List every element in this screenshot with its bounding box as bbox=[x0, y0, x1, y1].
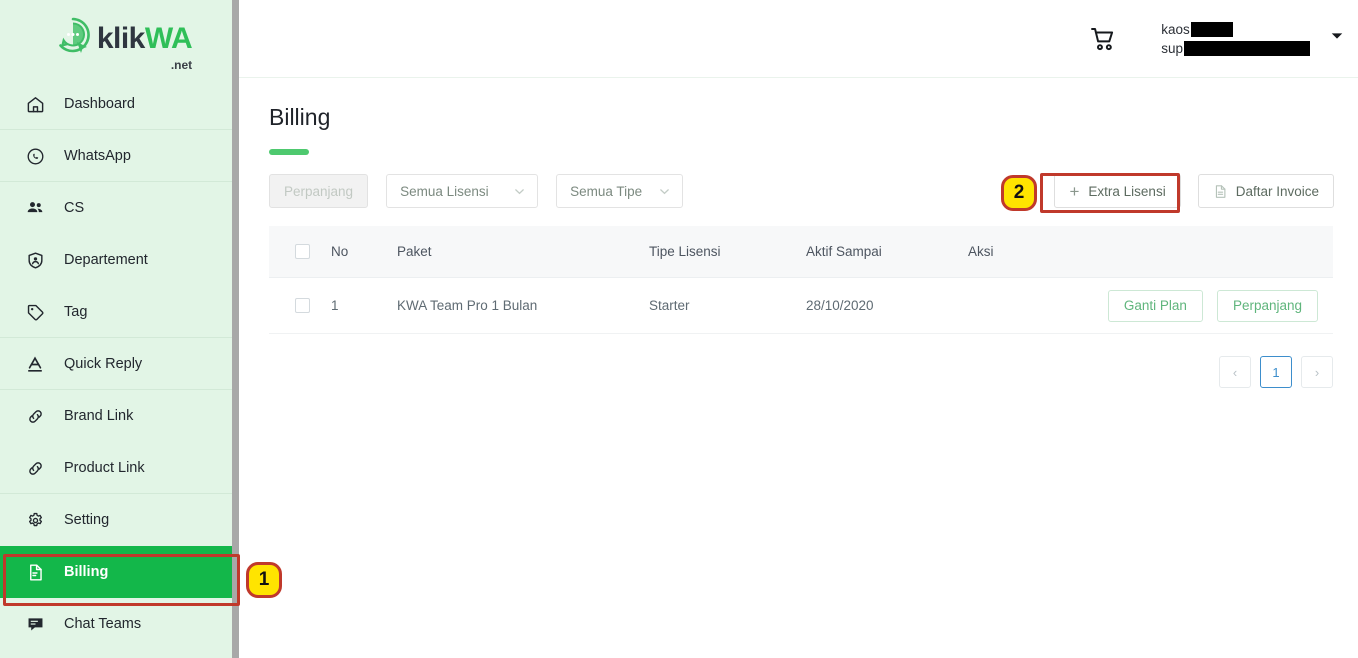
pagination-next[interactable]: › bbox=[1301, 356, 1333, 388]
invoice-list-label: Daftar Invoice bbox=[1235, 183, 1319, 199]
brand-suffix: .net bbox=[170, 58, 193, 72]
sidebar-item-departement[interactable]: Departement bbox=[0, 234, 239, 286]
select-all-checkbox[interactable] bbox=[294, 244, 310, 259]
pagination-prev[interactable]: ‹ bbox=[1219, 356, 1251, 388]
link-icon bbox=[24, 405, 46, 427]
renew-button[interactable]: Perpanjang bbox=[269, 174, 369, 208]
brand-name-green: WA bbox=[144, 22, 193, 55]
sidebar-nav: Dashboard WhatsApp CS Departement Tag Qu… bbox=[0, 72, 239, 650]
type-filter-value: Semua Tipe bbox=[570, 183, 643, 199]
shield-user-icon bbox=[24, 249, 46, 271]
column-header-aksi: Aksi bbox=[968, 244, 994, 259]
sidebar-item-setting[interactable]: Setting bbox=[0, 494, 239, 546]
cell-aktif-sampai: 28/10/2020 bbox=[806, 298, 874, 313]
sidebar-item-chat-teams[interactable]: Chat Teams bbox=[0, 598, 239, 650]
cell-tipe-lisensi: Starter bbox=[649, 298, 690, 313]
user-menu[interactable]: kaos sup bbox=[1161, 21, 1344, 56]
annotation-badge-1: 1 bbox=[246, 562, 282, 598]
shopping-cart-icon[interactable] bbox=[1083, 19, 1123, 59]
sidebar-item-dashboard[interactable]: Dashboard bbox=[0, 78, 239, 130]
sidebar-item-label: Setting bbox=[64, 512, 110, 528]
sidebar-item-cs[interactable]: CS bbox=[0, 182, 239, 234]
sidebar-item-product-link[interactable]: Product Link bbox=[0, 442, 239, 494]
letter-a-icon bbox=[24, 353, 46, 375]
sidebar-scrollbar-thumb[interactable] bbox=[232, 0, 239, 658]
users-icon bbox=[24, 197, 46, 219]
column-header-aktif-sampai: Aktif Sampai bbox=[806, 244, 882, 259]
redaction-bar bbox=[1184, 40, 1310, 56]
chevron-down-icon bbox=[658, 185, 671, 198]
sidebar-item-label: Product Link bbox=[64, 460, 145, 476]
pagination-page-1[interactable]: 1 bbox=[1260, 356, 1292, 388]
row-checkbox[interactable] bbox=[294, 298, 310, 313]
row-renew-button[interactable]: Perpanjang bbox=[1216, 289, 1318, 322]
sidebar: klikWA .net Dashboard WhatsApp CS Depart… bbox=[0, 0, 239, 658]
extra-license-button[interactable]: + Extra Lisensi bbox=[1054, 174, 1181, 208]
sidebar-item-billing[interactable]: Billing bbox=[0, 546, 239, 598]
billing-table: No Paket Tipe Lisensi Aktif Sampai Aksi … bbox=[269, 226, 1333, 334]
cell-no: 1 bbox=[331, 298, 339, 313]
change-plan-button[interactable]: Ganti Plan bbox=[1107, 289, 1203, 322]
brand-logo[interactable]: klikWA .net bbox=[0, 0, 239, 72]
brand-name-dark: klik bbox=[96, 22, 146, 55]
sidebar-item-label: WhatsApp bbox=[64, 148, 131, 164]
column-header-paket: Paket bbox=[397, 244, 432, 259]
user-email-line: sup bbox=[1161, 40, 1310, 56]
sidebar-item-label: CS bbox=[64, 200, 85, 216]
chevron-down-icon bbox=[513, 185, 526, 198]
chevron-down-icon[interactable] bbox=[1330, 29, 1344, 48]
sidebar-item-label: Billing bbox=[64, 564, 109, 580]
user-name-line: kaos bbox=[1161, 21, 1310, 37]
cell-paket: KWA Team Pro 1 Bulan bbox=[397, 298, 538, 313]
title-accent-bar bbox=[269, 149, 309, 155]
pagination: ‹ 1 › bbox=[269, 356, 1333, 388]
sidebar-item-label: Quick Reply bbox=[64, 356, 143, 372]
toolbar: Perpanjang Semua Lisensi Semua Tipe + Ex… bbox=[269, 174, 1334, 208]
page-content: Billing Perpanjang Semua Lisensi Semua T… bbox=[239, 78, 1358, 388]
sidebar-item-label: Brand Link bbox=[64, 408, 134, 424]
toolbar-right-actions: + Extra Lisensi Daftar Invoice bbox=[1054, 174, 1334, 208]
tag-icon bbox=[24, 301, 46, 323]
license-filter-select[interactable]: Semua Lisensi bbox=[386, 174, 539, 208]
extra-license-label: Extra Lisensi bbox=[1088, 183, 1166, 199]
chat-teams-icon bbox=[24, 613, 46, 635]
whatsapp-icon bbox=[24, 145, 46, 167]
sidebar-item-tag[interactable]: Tag bbox=[0, 286, 239, 338]
sidebar-item-whatsapp[interactable]: WhatsApp bbox=[0, 130, 239, 182]
billing-page: klikWA .net Dashboard WhatsApp CS Depart… bbox=[0, 0, 1358, 658]
redaction-bar bbox=[1190, 21, 1233, 37]
plus-icon: + bbox=[1069, 181, 1080, 201]
gear-icon bbox=[24, 509, 46, 531]
user-email-text: sup bbox=[1161, 40, 1183, 56]
column-header-tipe-lisensi: Tipe Lisensi bbox=[649, 244, 721, 259]
sidebar-item-label: Departement bbox=[64, 252, 148, 268]
whatsapp-chat-cursor-logo-icon bbox=[51, 14, 95, 58]
file-billing-icon bbox=[24, 561, 46, 583]
sidebar-scrollbar[interactable] bbox=[232, 0, 239, 658]
sidebar-item-label: Chat Teams bbox=[64, 616, 142, 632]
table-row[interactable]: 1 KWA Team Pro 1 Bulan Starter 28/10/202… bbox=[269, 278, 1333, 334]
license-filter-value: Semua Lisensi bbox=[400, 183, 489, 199]
cell-aksi: Ganti Plan Perpanjang bbox=[968, 289, 1333, 322]
sidebar-item-label: Tag bbox=[64, 304, 88, 320]
column-header-no: No bbox=[331, 244, 349, 259]
file-text-icon bbox=[1213, 184, 1228, 199]
page-title: Billing bbox=[269, 104, 331, 130]
type-filter-select[interactable]: Semua Tipe bbox=[556, 174, 684, 208]
home-icon bbox=[24, 93, 46, 115]
main-area: kaos sup Billing Perpanjang Semua Lisens… bbox=[239, 0, 1358, 658]
row-select-cell bbox=[269, 298, 331, 313]
table-header-row: No Paket Tipe Lisensi Aktif Sampai Aksi bbox=[269, 226, 1333, 278]
topbar: kaos sup bbox=[239, 0, 1358, 78]
sidebar-item-brand-link[interactable]: Brand Link bbox=[0, 390, 239, 442]
link-icon bbox=[24, 457, 46, 479]
select-all-cell bbox=[269, 244, 331, 259]
invoice-list-button[interactable]: Daftar Invoice bbox=[1197, 174, 1334, 208]
user-name-text: kaos bbox=[1161, 21, 1190, 37]
annotation-badge-2: 2 bbox=[1001, 175, 1037, 211]
sidebar-item-quick-reply[interactable]: Quick Reply bbox=[0, 338, 239, 390]
sidebar-item-label: Dashboard bbox=[64, 96, 135, 112]
